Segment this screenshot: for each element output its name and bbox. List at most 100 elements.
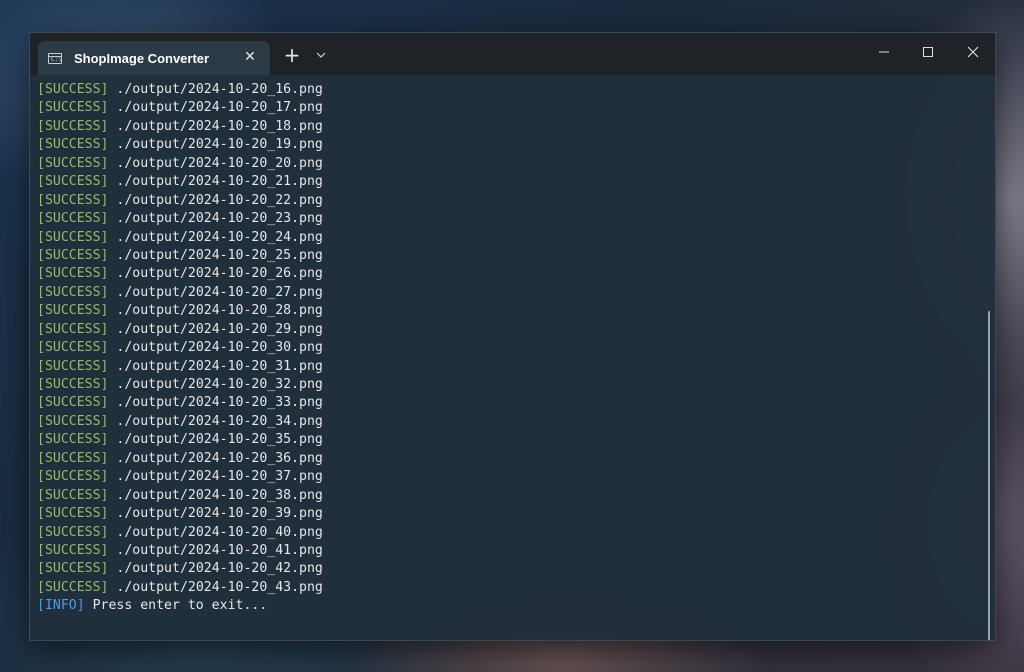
info-tag: [INFO] [37, 598, 85, 614]
tab-title: ShopImage Converter [74, 50, 210, 66]
log-line: [SUCCESS] ./output/2024-10-20_39.png [37, 505, 323, 523]
log-line: [SUCCESS] ./output/2024-10-20_37.png [37, 468, 323, 486]
success-tag: [SUCCESS] [37, 561, 109, 577]
log-line: [SUCCESS] ./output/2024-10-20_20.png [37, 155, 323, 173]
output-path: ./output/2024-10-20_30.png [116, 340, 323, 356]
log-line: [SUCCESS] ./output/2024-10-20_43.png [37, 579, 323, 597]
log-line: [SUCCESS] ./output/2024-10-20_38.png [37, 487, 323, 505]
output-path: ./output/2024-10-20_35.png [116, 432, 323, 448]
output-path: ./output/2024-10-20_17.png [116, 100, 323, 116]
log-line: [SUCCESS] ./output/2024-10-20_26.png [37, 265, 323, 283]
success-tag: [SUCCESS] [37, 192, 109, 208]
output-path: ./output/2024-10-20_23.png [116, 211, 323, 227]
close-tab-icon[interactable]: ✕ [242, 49, 258, 65]
output-path: ./output/2024-10-20_19.png [116, 137, 323, 153]
output-path: ./output/2024-10-20_21.png [116, 174, 323, 190]
minimize-icon[interactable] [862, 33, 906, 71]
success-tag: [SUCCESS] [37, 340, 109, 356]
output-path: ./output/2024-10-20_31.png [116, 358, 323, 374]
log-line: [SUCCESS] ./output/2024-10-20_40.png [37, 524, 323, 542]
output-path: ./output/2024-10-20_36.png [116, 450, 323, 466]
log-line: [SUCCESS] ./output/2024-10-20_16.png [37, 81, 323, 99]
success-tag: [SUCCESS] [37, 377, 109, 392]
tab-shopimage-converter[interactable]: C:\ ShopImage Converter ✕ [38, 41, 270, 75]
success-tag: [SUCCESS] [37, 118, 109, 134]
success-tag: [SUCCESS] [37, 229, 109, 245]
output-path: ./output/2024-10-20_38.png [116, 487, 323, 503]
output-path: ./output/2024-10-20_28.png [116, 303, 323, 319]
log-line: [SUCCESS] ./output/2024-10-20_18.png [37, 118, 323, 136]
output-path: ./output/2024-10-20_25.png [116, 247, 323, 263]
output-path: ./output/2024-10-20_27.png [116, 284, 323, 300]
title-bar[interactable]: C:\ ShopImage Converter ✕ + [30, 33, 995, 75]
output-path: ./output/2024-10-20_41.png [116, 542, 323, 558]
success-tag: [SUCCESS] [37, 100, 109, 116]
output-path: ./output/2024-10-20_37.png [116, 469, 323, 485]
success-tag: [SUCCESS] [37, 82, 109, 97]
scrollbar[interactable] [988, 311, 990, 640]
output-path: ./output/2024-10-20_29.png [116, 321, 323, 337]
output-path: ./output/2024-10-20_43.png [116, 579, 323, 595]
success-tag: [SUCCESS] [37, 266, 109, 282]
log-line: [SUCCESS] ./output/2024-10-20_30.png [37, 339, 323, 357]
output-path: ./output/2024-10-20_16.png [116, 82, 323, 97]
output-path: ./output/2024-10-20_40.png [116, 524, 323, 540]
log-line: [SUCCESS] ./output/2024-10-20_24.png [37, 229, 323, 247]
maximize-icon[interactable] [906, 33, 950, 71]
terminal-window: C:\ ShopImage Converter ✕ + [SUCCESS] ./… [29, 32, 996, 641]
success-tag: [SUCCESS] [37, 450, 109, 466]
close-window-icon[interactable] [951, 33, 995, 71]
log-line: [SUCCESS] ./output/2024-10-20_42.png [37, 560, 323, 578]
success-tag: [SUCCESS] [37, 358, 109, 374]
output-path: ./output/2024-10-20_34.png [116, 413, 323, 429]
log-line: [SUCCESS] ./output/2024-10-20_41.png [37, 542, 323, 560]
output-path: ./output/2024-10-20_22.png [116, 192, 323, 208]
output-path: ./output/2024-10-20_20.png [116, 155, 323, 171]
output-path: ./output/2024-10-20_42.png [116, 561, 323, 577]
success-tag: [SUCCESS] [37, 579, 109, 595]
success-tag: [SUCCESS] [37, 155, 109, 171]
log-line: [SUCCESS] ./output/2024-10-20_17.png [37, 99, 323, 117]
info-line: [INFO] Press enter to exit... [37, 597, 323, 615]
log-line: [SUCCESS] ./output/2024-10-20_28.png [37, 302, 323, 320]
log-line: [SUCCESS] ./output/2024-10-20_34.png [37, 413, 323, 431]
success-tag: [SUCCESS] [37, 247, 109, 263]
output-path: ./output/2024-10-20_24.png [116, 229, 323, 245]
terminal-icon: C:\ [48, 52, 62, 64]
log-line: [SUCCESS] ./output/2024-10-20_19.png [37, 136, 323, 154]
success-tag: [SUCCESS] [37, 542, 109, 558]
log-line: [SUCCESS] ./output/2024-10-20_35.png [37, 431, 323, 449]
success-tag: [SUCCESS] [37, 137, 109, 153]
new-tab-icon[interactable]: + [282, 45, 302, 65]
log-line: [SUCCESS] ./output/2024-10-20_32.png [37, 376, 323, 394]
log-line: [SUCCESS] ./output/2024-10-20_21.png [37, 173, 323, 191]
success-tag: [SUCCESS] [37, 284, 109, 300]
success-tag: [SUCCESS] [37, 506, 109, 522]
success-tag: [SUCCESS] [37, 432, 109, 448]
terminal-output[interactable]: [SUCCESS] ./output/2024-10-20_16.png [SUC… [30, 75, 995, 640]
log-line: [SUCCESS] ./output/2024-10-20_27.png [37, 284, 323, 302]
output-path: ./output/2024-10-20_32.png [116, 377, 323, 392]
output-path: ./output/2024-10-20_39.png [116, 506, 323, 522]
success-tag: [SUCCESS] [37, 524, 109, 540]
success-tag: [SUCCESS] [37, 469, 109, 485]
success-tag: [SUCCESS] [37, 303, 109, 319]
log-line: [SUCCESS] ./output/2024-10-20_31.png [37, 358, 323, 376]
success-tag: [SUCCESS] [37, 487, 109, 503]
log-line: [SUCCESS] ./output/2024-10-20_36.png [37, 450, 323, 468]
output-path: ./output/2024-10-20_33.png [116, 395, 323, 411]
log-line: [SUCCESS] ./output/2024-10-20_29.png [37, 321, 323, 339]
log-line: [SUCCESS] ./output/2024-10-20_22.png [37, 192, 323, 210]
success-tag: [SUCCESS] [37, 174, 109, 190]
success-tag: [SUCCESS] [37, 211, 109, 227]
log-line: [SUCCESS] ./output/2024-10-20_33.png [37, 394, 323, 412]
chevron-down-icon[interactable] [312, 45, 330, 65]
log-line: [SUCCESS] ./output/2024-10-20_25.png [37, 247, 323, 265]
success-tag: [SUCCESS] [37, 413, 109, 429]
success-tag: [SUCCESS] [37, 395, 109, 411]
log-output: [SUCCESS] ./output/2024-10-20_16.png [SUC… [37, 81, 323, 616]
success-tag: [SUCCESS] [37, 321, 109, 337]
output-path: ./output/2024-10-20_18.png [116, 118, 323, 134]
info-message: Press enter to exit... [92, 598, 268, 614]
log-line: [SUCCESS] ./output/2024-10-20_23.png [37, 210, 323, 228]
